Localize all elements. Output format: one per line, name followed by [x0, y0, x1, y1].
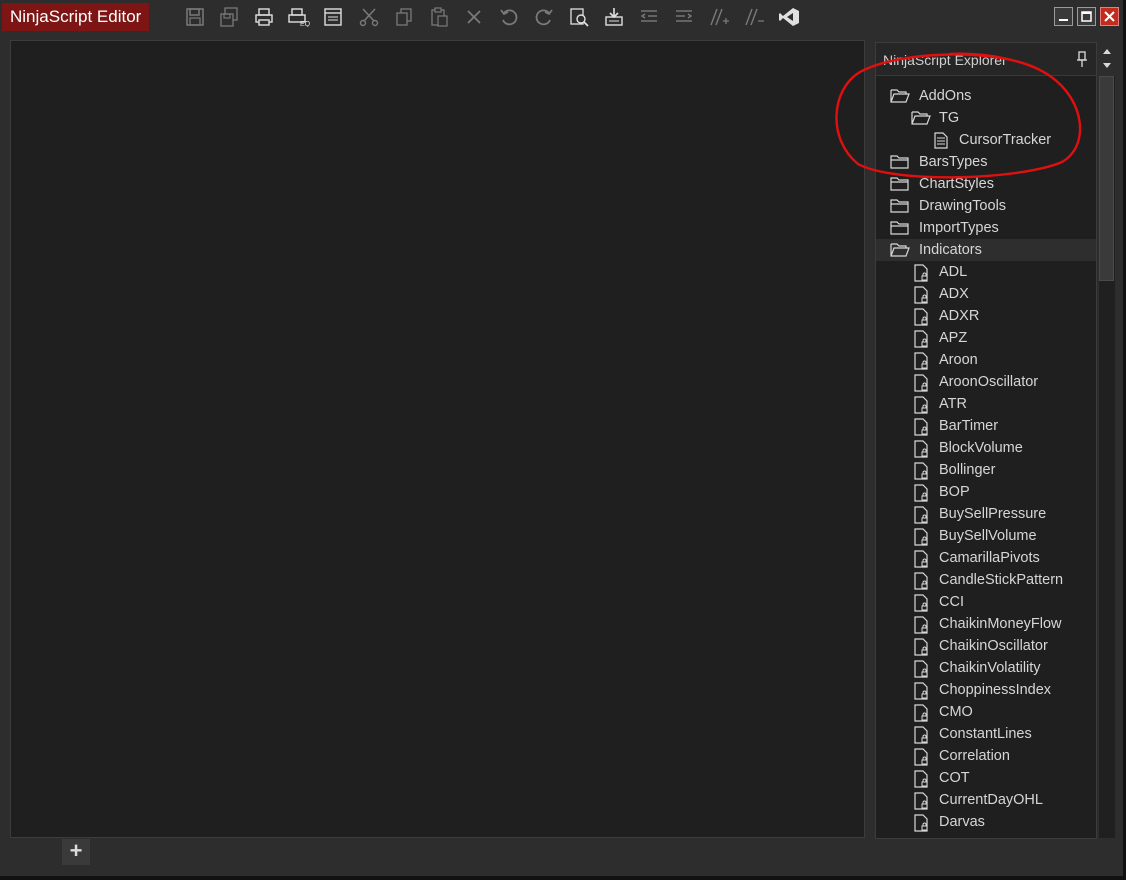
maximize-button[interactable]	[1077, 7, 1096, 26]
tree-file-indicator[interactable]: CamarillaPivots	[876, 547, 1096, 569]
tree-file-label: CandleStickPattern	[939, 572, 1064, 588]
tree-file-indicator[interactable]: BuySellPressure	[876, 503, 1096, 525]
outdent-icon[interactable]	[638, 6, 660, 28]
tree-file-label: Aroon	[939, 352, 978, 368]
tree-file-label: CCI	[939, 594, 964, 610]
tree-file-cursortracker[interactable]: CursorTracker	[876, 129, 1096, 151]
tree-file-indicator[interactable]: AroonOscillator	[876, 371, 1096, 393]
tree-file-indicator[interactable]: BlockVolume	[876, 437, 1096, 459]
tree-file-label: CamarillaPivots	[939, 550, 1040, 566]
save-all-icon[interactable]	[218, 6, 240, 28]
tree-file-indicator[interactable]: Bollinger	[876, 459, 1096, 481]
tree-file-indicator[interactable]: ChaikinMoneyFlow	[876, 613, 1096, 635]
tree-file-indicator[interactable]: APZ	[876, 327, 1096, 349]
tree-file-label: ATR	[939, 396, 967, 412]
tree-file-label: ChaikinVolatility	[939, 660, 1041, 676]
print-preview-icon[interactable]: EQ	[288, 6, 310, 28]
pin-icon[interactable]	[1076, 50, 1088, 68]
paste-icon[interactable]	[428, 6, 450, 28]
tree-file-indicator[interactable]: ConstantLines	[876, 723, 1096, 745]
tree-file-label: ChoppinessIndex	[939, 682, 1052, 698]
tree-file-label: BOP	[939, 484, 970, 500]
tree-file-label: Bollinger	[939, 462, 996, 478]
close-button[interactable]	[1100, 7, 1119, 26]
tree-file-indicator[interactable]: BarTimer	[876, 415, 1096, 437]
ninjascript-explorer-panel: NinjaScript Explorer AddOns TG CursorTra…	[875, 42, 1097, 839]
tree-file-indicator[interactable]: ADXR	[876, 305, 1096, 327]
cut-icon[interactable]	[358, 6, 380, 28]
tree-file-label: ADX	[939, 286, 969, 302]
tree-file-label: ConstantLines	[939, 726, 1032, 742]
tree-folder-importtypes[interactable]: ImportTypes	[876, 217, 1096, 239]
tree-folder-tg[interactable]: TG	[876, 107, 1096, 129]
tree-file-label: BlockVolume	[939, 440, 1023, 456]
tree-folder-chartstyles[interactable]: ChartStyles	[876, 173, 1096, 195]
uncomment-icon[interactable]	[743, 6, 765, 28]
tree-file-label: APZ	[939, 330, 968, 346]
title-bar: NinjaScript Editor EQ	[0, 0, 1123, 34]
tree-file-label: ADXR	[939, 308, 980, 324]
save-icon[interactable]	[184, 6, 206, 28]
tree-folder-indicators[interactable]: Indicators	[876, 239, 1096, 261]
comment-icon[interactable]	[708, 6, 730, 28]
delete-icon[interactable]	[463, 6, 485, 28]
tree-file-indicator[interactable]: BuySellVolume	[876, 525, 1096, 547]
indent-icon[interactable]	[673, 6, 695, 28]
tree-file-label: ADL	[939, 264, 968, 280]
tree-file-indicator[interactable]: ADX	[876, 283, 1096, 305]
tree-file-indicator[interactable]: Darvas	[876, 811, 1096, 833]
tree-folder-barstypes[interactable]: BarsTypes	[876, 151, 1096, 173]
tree-file-indicator[interactable]: CandleStickPattern	[876, 569, 1096, 591]
undo-icon[interactable]	[498, 6, 520, 28]
add-tab-button[interactable]: +	[62, 839, 90, 865]
tree-file-indicator[interactable]: ChaikinVolatility	[876, 657, 1096, 679]
tree-file-label: CurrentDayOHL	[939, 792, 1043, 808]
visual-studio-icon[interactable]	[778, 6, 800, 28]
tree-file-indicator[interactable]: ChaikinOscillator	[876, 635, 1096, 657]
tree-file-label: CMO	[939, 704, 973, 720]
ninjascript-editor-window: NinjaScript Editor EQ + NinjaScript Expl…	[0, 0, 1126, 880]
tree-file-indicator[interactable]: Aroon	[876, 349, 1096, 371]
tree-file-label: COT	[939, 770, 970, 786]
tree-folder-addons[interactable]: AddOns	[876, 85, 1096, 107]
tree-file-indicator[interactable]: CCI	[876, 591, 1096, 613]
locked-file-icon	[914, 814, 930, 838]
tree-file-indicator[interactable]: CMO	[876, 701, 1096, 723]
tree-file-label: ChaikinOscillator	[939, 638, 1048, 654]
tree-file-label: ChaikinMoneyFlow	[939, 616, 1062, 632]
tree-file-label: BarTimer	[939, 418, 999, 434]
tree-file-indicator[interactable]: ChoppinessIndex	[876, 679, 1096, 701]
tree-file-indicator[interactable]: CurrentDayOHL	[876, 789, 1096, 811]
compile-icon[interactable]	[603, 6, 625, 28]
app-title: NinjaScript Editor	[2, 3, 150, 31]
redo-icon[interactable]	[533, 6, 555, 28]
tree-file-indicator[interactable]: COT	[876, 767, 1096, 789]
tree-file-label: Correlation	[939, 748, 1010, 764]
explorer-title: NinjaScript Explorer	[883, 52, 1007, 68]
tree-file-indicator[interactable]: ADL	[876, 261, 1096, 283]
tree-file-label: Darvas	[939, 814, 985, 830]
tree-file-label: BuySellPressure	[939, 506, 1047, 522]
window-border	[0, 876, 1126, 880]
svg-text:EQ: EQ	[300, 21, 310, 27]
scroll-down-arrow-icon[interactable]	[1100, 59, 1114, 73]
print-icon[interactable]	[253, 6, 275, 28]
tree-file-indicator[interactable]: Correlation	[876, 745, 1096, 767]
template-icon[interactable]	[322, 6, 344, 28]
tree-file-indicator[interactable]: BOP	[876, 481, 1096, 503]
explorer-header: NinjaScript Explorer	[876, 43, 1096, 76]
tree-file-label: BuySellVolume	[939, 528, 1037, 544]
find-icon[interactable]	[568, 6, 590, 28]
copy-icon[interactable]	[393, 6, 415, 28]
scroll-up-arrow-icon[interactable]	[1100, 44, 1114, 58]
tree-file-indicator[interactable]: ATR	[876, 393, 1096, 415]
code-editor-area[interactable]	[10, 40, 865, 838]
tree-file-label: AroonOscillator	[939, 374, 1039, 390]
scrollbar-thumb[interactable]	[1099, 76, 1114, 281]
tree-folder-drawingtools[interactable]: DrawingTools	[876, 195, 1096, 217]
minimize-button[interactable]	[1054, 7, 1073, 26]
